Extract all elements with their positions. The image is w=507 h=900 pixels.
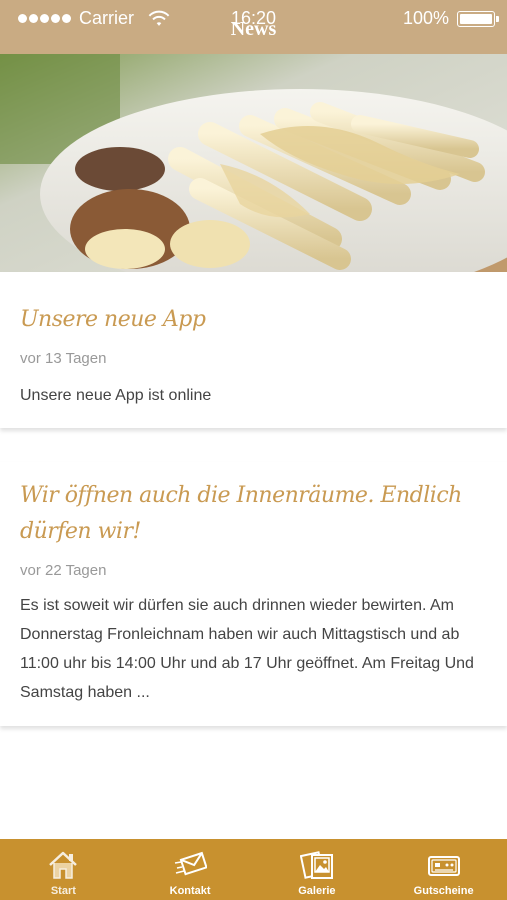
news-body: Es ist soweit wir dürfen sie auch drinne… — [20, 597, 474, 701]
asparagus-dish-image — [0, 54, 507, 272]
battery-icon — [457, 10, 499, 27]
tab-label: Gutscheine — [413, 885, 474, 897]
news-body: Unsere neue App ist online — [20, 387, 212, 404]
gallery-icon — [299, 851, 333, 879]
tab-label: Start — [50, 885, 76, 897]
envelope-icon — [175, 851, 208, 876]
tab-galerie[interactable]: Galerie — [254, 839, 381, 900]
news-card[interactable]: Wir öffnen auch die Innenräume. Endlich … — [0, 462, 507, 726]
battery-status: 100% — [402, 8, 499, 29]
home-icon — [49, 851, 78, 879]
status-bar: Carrier 16:20 News 100% — [0, 0, 507, 54]
news-date: vor 13 Tagen — [20, 350, 107, 367]
tab-label: Galerie — [298, 885, 336, 897]
tab-gutscheine[interactable]: Gutscheine — [380, 839, 507, 900]
tab-kontakt[interactable]: Kontakt — [127, 839, 254, 900]
news-card[interactable]: Unsere neue App vor 13 Tagen Unsere neue… — [0, 272, 507, 428]
tab-bar: Start Kontakt Galerie Gutscheine — [0, 839, 507, 900]
hero-image — [0, 54, 507, 272]
battery-percent: 100% — [402, 8, 449, 28]
news-date: vor 22 Tagen — [20, 562, 107, 579]
news-title: Wir öffnen auch die Innenräume. Endlich … — [20, 483, 462, 544]
tab-start[interactable]: Start — [0, 839, 127, 900]
tab-label: Kontakt — [169, 885, 211, 897]
voucher-icon — [427, 856, 460, 876]
news-title: Unsere neue App — [20, 307, 206, 332]
